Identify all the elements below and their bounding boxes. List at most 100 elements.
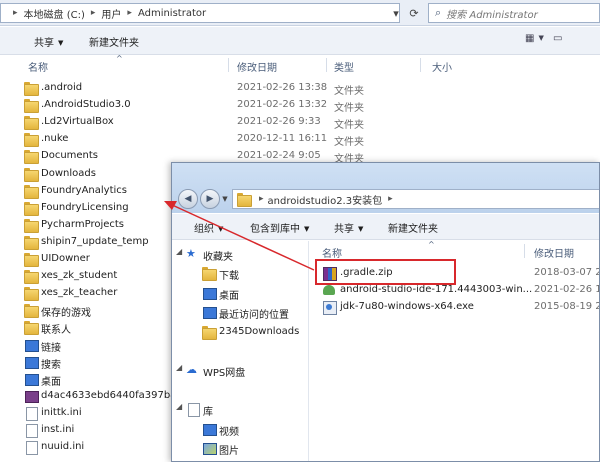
folder-icon (24, 201, 39, 216)
links-icon (24, 339, 39, 352)
expand-arrow-icon[interactable]: ◢ (176, 363, 182, 372)
folder-icon (24, 218, 39, 233)
address-bar[interactable]: ▸ 本地磁盘 (C:) ▸ 用户 ▸ Administrator (0, 3, 400, 23)
cloud-icon: ☁ (186, 363, 197, 377)
navigation-pane: ◢ ★ 收藏夹 下载桌面最近访问的位置 2345Downloads ◢ ☁ WPS网盘 ◢ 库视频… (172, 241, 309, 461)
preview-pane-icon[interactable]: ▭ (553, 33, 562, 44)
ini-file-icon (24, 424, 38, 438)
nav-label: 图片 (219, 446, 239, 457)
library-icon (186, 403, 200, 418)
breadcrumb-current-folder[interactable]: androidstudio2.3安装包 (268, 192, 383, 207)
include-in-library-button[interactable]: 包含到库中 ▼ (250, 220, 309, 235)
folder-icon (24, 116, 39, 131)
organize-button[interactable]: 组织 ▼ (194, 220, 223, 235)
nav-item[interactable]: ◢ ★ 收藏夹 (172, 245, 309, 264)
folder-icon (24, 253, 39, 267)
folder-icon (24, 167, 39, 182)
file-date: 2021-02-26 9:33 (237, 116, 321, 128)
nav-item[interactable]: 视频 (172, 420, 309, 439)
nav-label: 收藏夹 (203, 252, 233, 263)
file-row[interactable]: jdk-7u80-windows-x64.exe 2015-08-19 2 (310, 299, 599, 316)
chevron-right-icon[interactable]: ▸ (388, 194, 393, 204)
file-row[interactable]: .nuke 2020-12-11 16:11 文件夹 (0, 131, 600, 148)
nav-item[interactable]: 图片 (172, 439, 309, 458)
folder-icon (24, 235, 39, 250)
breadcrumb-users[interactable]: 用户 (101, 6, 121, 21)
column-header-size[interactable]: 大小 (432, 59, 452, 74)
search-placeholder: 搜索 Administrator (446, 9, 538, 21)
file-name: .Ld2VirtualBox (41, 116, 114, 128)
nav-item[interactable]: ◢ ☁ WPS网盘 (172, 361, 309, 380)
column-header-row: 名称 ^ 修改日期 (310, 240, 599, 260)
organize-label: 组织 (194, 224, 214, 235)
nav-item[interactable]: ◢ 库 (172, 400, 309, 419)
folder-icon (24, 184, 39, 199)
folder-icon (202, 325, 217, 340)
chevron-right-icon[interactable]: ▸ (91, 8, 96, 18)
file-name: .AndroidStudio3.0 (41, 99, 131, 111)
contacts-icon (24, 321, 39, 336)
file-name: jdk-7u80-windows-x64.exe (340, 301, 474, 312)
new-folder-button[interactable]: 新建文件夹 (388, 220, 438, 235)
file-name: shipin7_update_temp (41, 235, 149, 247)
chevron-down-icon: ▼ (58, 39, 64, 47)
expand-arrow-icon[interactable]: ◢ (176, 247, 182, 256)
nav-item[interactable]: 2345Downloads (172, 323, 309, 342)
back-arrow-icon[interactable]: ◀ (178, 189, 198, 209)
nav-label: WPS网盘 (203, 368, 246, 380)
forward-arrow-icon[interactable]: ▶ (200, 189, 220, 209)
recent-places-icon (202, 306, 217, 320)
breadcrumb-administrator[interactable]: Administrator (138, 8, 206, 19)
file-row[interactable]: .Ld2VirtualBox 2021-02-26 9:33 文件夹 (0, 114, 600, 131)
column-header-date[interactable]: 修改日期 (534, 245, 574, 260)
address-dropdown-icon[interactable]: ▾ (386, 3, 406, 23)
file-name: xes_zk_student (41, 270, 118, 282)
history-dropdown-icon[interactable]: ▼ (220, 189, 230, 209)
file-row[interactable]: .AndroidStudio3.0 2021-02-26 13:32 文件夹 (0, 97, 600, 114)
nav-item[interactable]: 桌面 (172, 284, 309, 303)
column-header-date[interactable]: 修改日期 (237, 59, 277, 74)
desktop-icon (24, 373, 39, 386)
android-icon (322, 284, 336, 296)
file-type: 文件夹 (334, 120, 364, 132)
nav-item[interactable]: 下载 (172, 264, 309, 283)
sort-ascending-icon: ^ (116, 54, 123, 63)
refresh-icon[interactable]: ⟳ (404, 3, 424, 23)
nav-label: 桌面 (219, 290, 239, 302)
chevron-right-icon[interactable]: ▸ (259, 194, 264, 204)
search-icon: ⌕ (435, 6, 442, 19)
ini-file-icon (24, 406, 38, 421)
folder-icon (24, 287, 39, 302)
file-type: 文件夹 (334, 103, 364, 115)
nav-label: 2345Downloads (219, 325, 300, 337)
search-input[interactable]: ⌕ 搜索 Administrator (428, 3, 600, 23)
chevron-right-icon[interactable]: ▸ (127, 8, 132, 18)
share-button[interactable]: 共享 ▼ (334, 220, 363, 235)
chevron-down-icon: ▼ (358, 225, 364, 233)
chevron-down-icon: ▼ (218, 225, 224, 233)
file-name: FoundryAnalytics (41, 184, 127, 196)
file-row[interactable]: .android 2021-02-26 13:38 文件夹 (0, 80, 600, 97)
column-header-type[interactable]: 类型 (334, 59, 354, 74)
breadcrumb-root-chevron-icon[interactable]: ▸ (13, 8, 18, 18)
expand-arrow-icon[interactable]: ◢ (176, 402, 182, 411)
column-header-name[interactable]: 名称 (28, 59, 48, 74)
folder-icon (237, 193, 252, 207)
file-name: xes_zk_teacher (41, 287, 118, 299)
desktop-icon (202, 287, 217, 300)
address-bar[interactable]: ▸ androidstudio2.3安装包 ▸ (232, 189, 599, 209)
file-name: 保存的游戏 (41, 308, 91, 320)
folder-icon (24, 150, 39, 165)
nav-item[interactable]: 最近访问的位置 (172, 303, 309, 322)
share-button[interactable]: 共享 ▼ (34, 34, 63, 49)
file-name: PycharmProjects (41, 218, 125, 230)
folder-icon (24, 99, 39, 114)
new-folder-button[interactable]: 新建文件夹 (89, 34, 139, 49)
view-options-icon[interactable]: ▦ ▼ (525, 33, 544, 44)
breadcrumb-drive[interactable]: 本地磁盘 (C:) (24, 6, 85, 21)
folder-icon (24, 270, 39, 285)
column-header-name[interactable]: 名称 (322, 245, 342, 260)
file-name: nuuid.ini (41, 441, 85, 453)
nav-label: 最近访问的位置 (219, 310, 289, 322)
title-bar: ◀ ▶ ▼ ▸ androidstudio2.3安装包 ▸ (172, 163, 599, 213)
